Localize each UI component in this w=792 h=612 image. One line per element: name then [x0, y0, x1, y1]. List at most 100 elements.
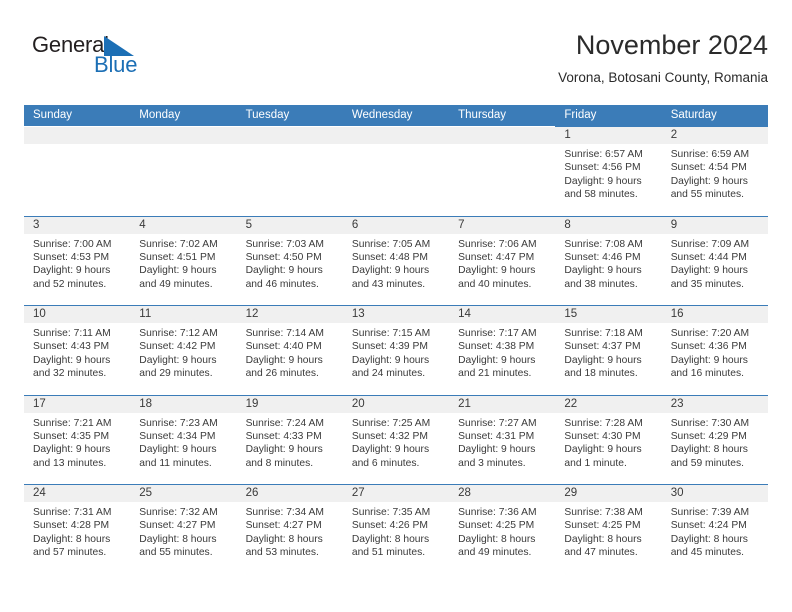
daylight-text-line1: Daylight: 9 hours [245, 444, 323, 456]
day-number: 12 [236, 306, 343, 323]
calendar-day-cell[interactable]: 16 Sunrise: 7:20 AM Sunset: 4:36 PM Dayligh… [661, 305, 768, 395]
sunset-text: Sunset: 4:25 PM [458, 520, 535, 532]
calendar-day-cell[interactable]: 6 Sunrise: 7:05 AM Sunset: 4:48 PM Daylight… [342, 215, 450, 305]
sunset-text: Sunset: 4:48 PM [351, 251, 428, 263]
daylight-text-line2: and 59 minutes. [670, 457, 744, 469]
calendar-day-cell[interactable]: 24 Sunrise: 7:31 AM Sunset: 4:28 PM Dayligh… [24, 484, 131, 574]
calendar-day-cell[interactable]: 12 Sunrise: 7:14 AM Sunset: 4:40 PM Dayligh… [236, 305, 343, 395]
daylight-text-line1: Daylight: 9 hours [670, 265, 748, 277]
daylight-text-line1: Daylight: 8 hours [139, 533, 217, 545]
calendar-day-cell[interactable]: 22 Sunrise: 7:28 AM Sunset: 4:30 PM Dayligh… [555, 394, 662, 484]
day-number: 13 [342, 306, 450, 323]
sunrise-text: Sunrise: 6:57 AM [564, 149, 643, 160]
sunrise-text: Sunrise: 7:02 AM [139, 238, 218, 250]
sunrise-text: Sunrise: 7:31 AM [33, 507, 112, 518]
daylight-text-line2: and 26 minutes. [245, 368, 319, 380]
day-details: Sunrise: 7:36 AM Sunset: 4:25 PM Daylight:… [449, 502, 555, 560]
daylight-text-line2: and 52 minutes. [33, 278, 107, 290]
sunset-text: Sunset: 4:28 PM [33, 520, 110, 532]
day-details: Sunrise: 7:31 AM Sunset: 4:28 PM Daylight:… [24, 502, 130, 560]
sunrise-text: Sunrise: 6:59 AM [670, 149, 750, 160]
daylight-text-line1: Daylight: 9 hours [564, 444, 642, 456]
daylight-text-line2: and 1 minute. [564, 457, 627, 469]
day-number: 11 [130, 306, 237, 323]
calendar-day-cell[interactable]: 10 Sunrise: 7:11 AM Sunset: 4:43 PM Dayligh… [24, 305, 131, 395]
day-number: 7 [449, 216, 556, 234]
sunset-text: Sunset: 4:56 PM [564, 162, 641, 174]
calendar-day-cell[interactable]: 19 Sunrise: 7:24 AM Sunset: 4:33 PM Dayligh… [236, 394, 343, 484]
calendar-day-cell[interactable]: 3 Sunrise: 7:00 AM Sunset: 4:53 PM Daylight… [24, 215, 131, 305]
calendar-day-cell[interactable]: 27 Sunrise: 7:35 AM Sunset: 4:26 PM Dayligh… [342, 484, 450, 574]
daylight-text-line2: and 24 minutes. [351, 368, 426, 380]
calendar-day-cell[interactable]: 13 Sunrise: 7:15 AM Sunset: 4:39 PM Dayligh… [342, 305, 450, 395]
day-details: Sunrise: 7:38 AM Sunset: 4:25 PM Daylight:… [555, 502, 661, 560]
day-number: 18 [130, 395, 237, 413]
day-number: 26 [236, 485, 343, 502]
sunrise-text: Sunrise: 7:38 AM [564, 507, 643, 518]
calendar-day-cell-empty [342, 126, 450, 216]
sunrise-text: Sunrise: 7:20 AM [670, 328, 750, 339]
calendar-day-cell[interactable]: 14 Sunrise: 7:17 AM Sunset: 4:38 PM Dayligh… [449, 305, 556, 395]
day-details: Sunrise: 7:14 AM Sunset: 4:40 PM Daylight:… [237, 323, 343, 381]
day-details: Sunrise: 7:15 AM Sunset: 4:39 PM Daylight:… [343, 323, 449, 381]
calendar-week-row: 24 Sunrise: 7:31 AM Sunset: 4:28 PM Dayligh… [24, 484, 768, 574]
sunrise-text: Sunrise: 7:18 AM [564, 328, 643, 339]
daylight-text-line1: Daylight: 8 hours [245, 533, 323, 545]
day-number: 14 [449, 306, 556, 323]
title-block: November 2024 Vorona, Botosani County, R… [558, 28, 768, 89]
calendar-day-cell[interactable]: 21 Sunrise: 7:27 AM Sunset: 4:31 PM Dayligh… [449, 394, 556, 484]
sunrise-text: Sunrise: 7:06 AM [458, 238, 537, 250]
day-number [342, 127, 450, 144]
sunset-text: Sunset: 4:27 PM [139, 520, 216, 532]
calendar-day-cell[interactable]: 8 Sunrise: 7:08 AM Sunset: 4:46 PM Daylight… [555, 215, 662, 305]
general-blue-logo[interactable]: General Blue [32, 32, 232, 88]
daylight-text-line1: Daylight: 8 hours [351, 533, 430, 545]
calendar-day-cell[interactable]: 2 Sunrise: 6:59 AM Sunset: 4:54 PM Daylight… [661, 126, 768, 216]
calendar-day-cell[interactable]: 1 Sunrise: 6:57 AM Sunset: 4:56 PM Daylight… [555, 126, 662, 216]
sunset-text: Sunset: 4:36 PM [670, 341, 747, 353]
day-details: Sunrise: 7:05 AM Sunset: 4:48 PM Daylight:… [343, 234, 449, 292]
daylight-text-line1: Daylight: 9 hours [139, 354, 217, 366]
calendar-day-cell[interactable]: 30 Sunrise: 7:39 AM Sunset: 4:24 PM Dayligh… [661, 484, 768, 574]
sunset-text: Sunset: 4:40 PM [245, 341, 322, 353]
daylight-text-line1: Daylight: 9 hours [245, 265, 323, 277]
calendar-day-cell[interactable]: 17 Sunrise: 7:21 AM Sunset: 4:35 PM Dayligh… [24, 394, 131, 484]
day-details: Sunrise: 7:21 AM Sunset: 4:35 PM Daylight:… [24, 413, 130, 471]
daylight-text-line1: Daylight: 9 hours [564, 265, 642, 277]
daylight-text-line2: and 16 minutes. [670, 368, 744, 380]
day-number: 29 [555, 485, 662, 502]
sunset-text: Sunset: 4:44 PM [670, 251, 747, 263]
calendar-day-cell[interactable]: 4 Sunrise: 7:02 AM Sunset: 4:51 PM Daylight… [130, 215, 237, 305]
daylight-text-line2: and 51 minutes. [351, 547, 426, 559]
calendar-day-cell[interactable]: 29 Sunrise: 7:38 AM Sunset: 4:25 PM Dayligh… [555, 484, 662, 574]
daylight-text-line1: Daylight: 9 hours [139, 444, 217, 456]
daylight-text-line2: and 57 minutes. [33, 547, 107, 559]
daylight-text-line2: and 40 minutes. [458, 278, 532, 290]
calendar-day-cell[interactable]: 28 Sunrise: 7:36 AM Sunset: 4:25 PM Dayligh… [449, 484, 556, 574]
calendar-day-cell[interactable]: 26 Sunrise: 7:34 AM Sunset: 4:27 PM Dayligh… [236, 484, 343, 574]
day-details: Sunrise: 7:00 AM Sunset: 4:53 PM Daylight:… [24, 234, 130, 292]
day-number: 6 [342, 216, 450, 234]
calendar-day-cell[interactable]: 5 Sunrise: 7:03 AM Sunset: 4:50 PM Daylight… [236, 215, 343, 305]
calendar-day-cell-empty [449, 126, 556, 216]
calendar-day-cell[interactable]: 15 Sunrise: 7:18 AM Sunset: 4:37 PM Dayligh… [555, 305, 662, 395]
day-number: 1 [555, 127, 662, 144]
daylight-text-line2: and 38 minutes. [564, 278, 638, 290]
page-header: General Blue November 2024 Vorona, Botos… [24, 28, 768, 96]
calendar-day-cell[interactable]: 11 Sunrise: 7:12 AM Sunset: 4:42 PM Dayligh… [130, 305, 237, 395]
day-details: Sunrise: 7:34 AM Sunset: 4:27 PM Daylight:… [237, 502, 343, 560]
calendar-day-cell[interactable]: 9 Sunrise: 7:09 AM Sunset: 4:44 PM Daylight… [661, 215, 768, 305]
day-details: Sunrise: 7:17 AM Sunset: 4:38 PM Daylight:… [449, 323, 555, 381]
sunset-text: Sunset: 4:27 PM [245, 520, 322, 532]
calendar-day-cell[interactable]: 25 Sunrise: 7:32 AM Sunset: 4:27 PM Dayligh… [130, 484, 237, 574]
calendar-day-cell[interactable]: 7 Sunrise: 7:06 AM Sunset: 4:47 PM Daylight… [449, 215, 556, 305]
daylight-text-line2: and 55 minutes. [139, 547, 213, 559]
calendar-day-cell[interactable]: 18 Sunrise: 7:23 AM Sunset: 4:34 PM Dayligh… [130, 394, 237, 484]
sunset-text: Sunset: 4:30 PM [564, 430, 641, 442]
day-details: Sunrise: 6:57 AM Sunset: 4:56 PM Daylight:… [555, 144, 661, 202]
calendar-day-cell[interactable]: 20 Sunrise: 7:25 AM Sunset: 4:32 PM Dayligh… [342, 394, 450, 484]
calendar-day-cell[interactable]: 23 Sunrise: 7:30 AM Sunset: 4:29 PM Dayligh… [661, 394, 768, 484]
day-number [24, 127, 131, 144]
day-details: Sunrise: 7:02 AM Sunset: 4:51 PM Daylight:… [130, 234, 236, 292]
sunrise-text: Sunrise: 7:25 AM [351, 417, 431, 429]
